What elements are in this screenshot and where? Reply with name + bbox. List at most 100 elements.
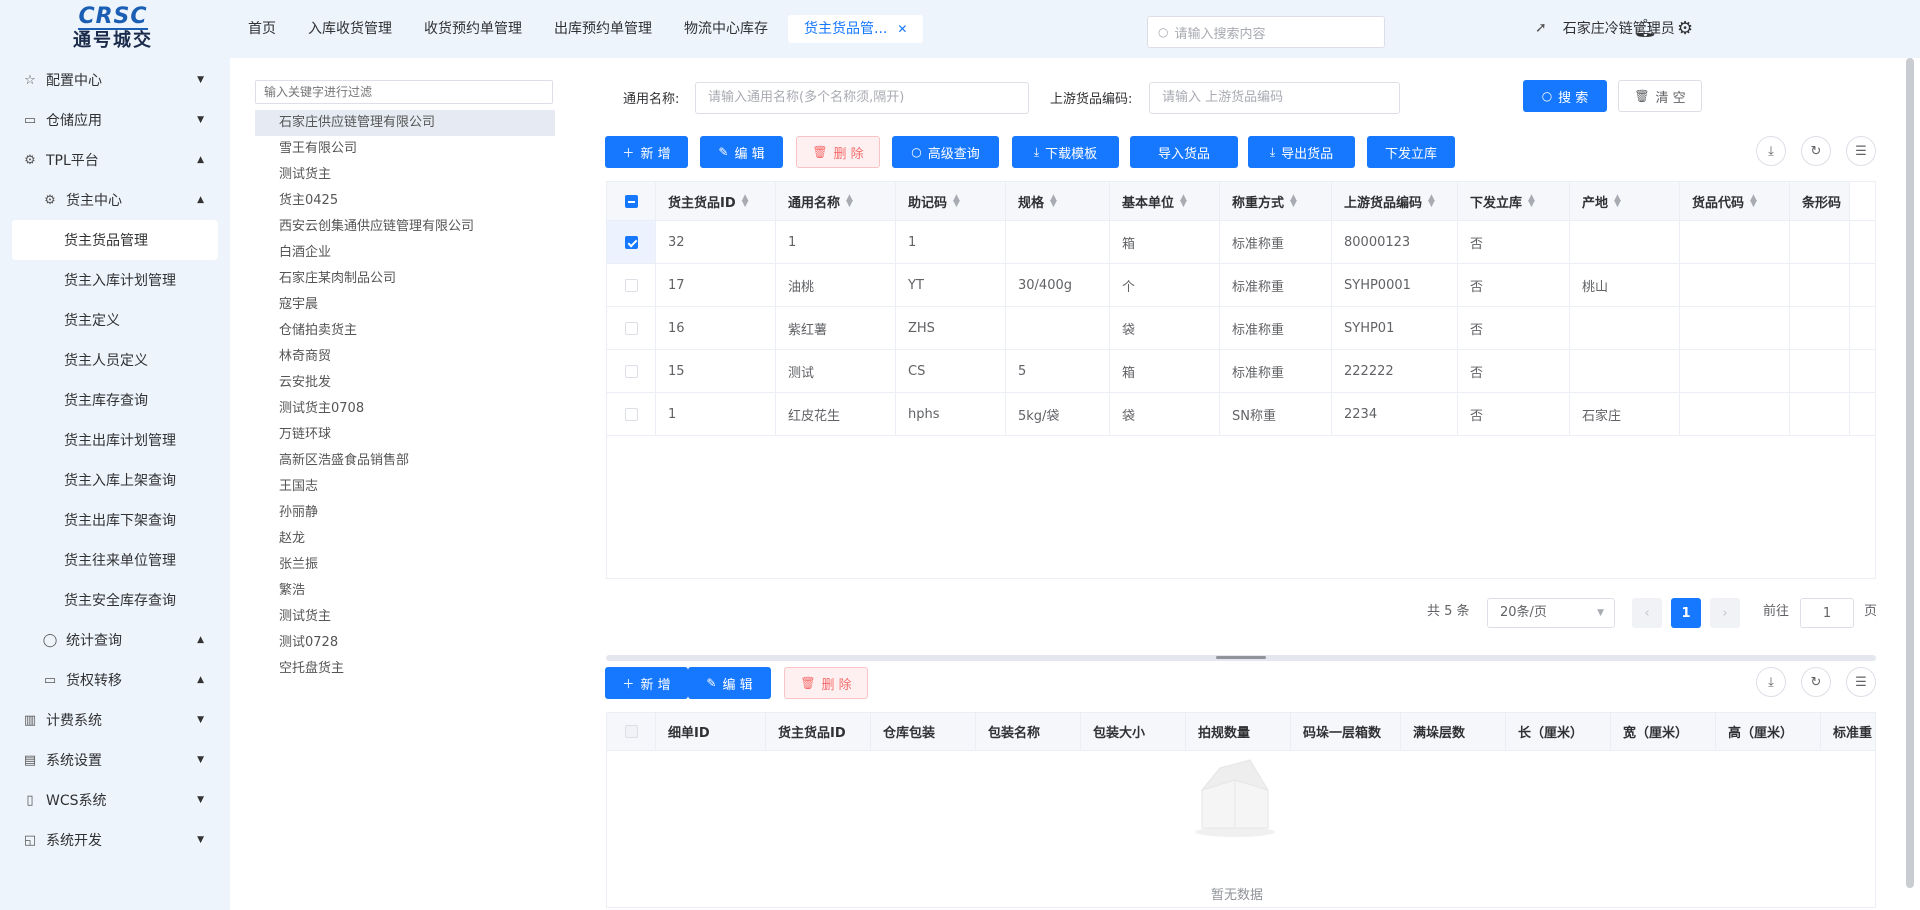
name-filter-input[interactable]: 请输入通用名称(多个名称须,隔开)	[695, 82, 1029, 114]
column-header[interactable]: 包装名称	[976, 713, 1081, 750]
tree-item[interactable]: 货主0425	[255, 188, 555, 214]
column-header[interactable]: 长（厘米）	[1506, 713, 1611, 750]
sidebar-item-tpl[interactable]: ⚙ TPL平台 ▲	[0, 140, 230, 180]
sidebar-item-partner-mgmt[interactable]: 货主往来单位管理	[0, 540, 230, 580]
edit-button[interactable]: ✎ 编 辑	[700, 136, 783, 168]
sort-icon[interactable]: ▲ ▼	[742, 194, 749, 209]
sidebar-item-outbound-plan[interactable]: 货主出库计划管理	[0, 420, 230, 460]
sidebar-item-inbound-plan[interactable]: 货主入库计划管理	[0, 260, 230, 300]
tree-item[interactable]: 空托盘货主	[255, 656, 555, 682]
sidebar-item-wcs[interactable]: ▯ WCS系统 ▼	[0, 780, 230, 820]
global-search-input[interactable]: ○ 请输入搜索内容	[1147, 16, 1385, 48]
row-checkbox[interactable]	[624, 364, 638, 378]
column-header[interactable]: 称重方式 ▲ ▼	[1220, 182, 1332, 220]
search-button[interactable]: ○ 搜 索	[1523, 80, 1607, 112]
advanced-query-button[interactable]: ○ 高级查询	[892, 136, 999, 168]
column-header[interactable]: 货品代码 ▲ ▼	[1680, 182, 1790, 220]
tree-item[interactable]: 孙丽静	[255, 500, 555, 526]
column-header[interactable]: 规格 ▲ ▼	[1006, 182, 1110, 220]
sidebar-item-warehouse[interactable]: ▭ 仓储应用 ▼	[0, 100, 230, 140]
row-checkbox[interactable]	[624, 407, 638, 421]
refresh-icon[interactable]: ↻	[1801, 136, 1831, 166]
column-header[interactable]: 基本单位 ▲ ▼	[1110, 182, 1220, 220]
column-header[interactable]: 标准重	[1821, 713, 1875, 750]
settings-sliders-icon[interactable]: ☰	[1846, 667, 1876, 697]
tree-item[interactable]: 白酒企业	[255, 240, 555, 266]
tree-item[interactable]: 测试货主	[255, 162, 555, 188]
column-header[interactable]: 货主货品ID ▲ ▼	[656, 182, 776, 220]
select-all-checkbox[interactable]	[624, 194, 638, 208]
row-checkbox[interactable]	[624, 235, 638, 249]
tree-item[interactable]: 王国志	[255, 474, 555, 500]
table-row[interactable]: 1 红皮花生 hphs 5kg/袋袋 SN称重 2234 否石家庄	[607, 393, 1875, 436]
download-icon[interactable]: ⤓	[1756, 667, 1786, 697]
sidebar-item-transfer[interactable]: ▭ 货权转移 ▲	[0, 660, 230, 700]
column-header[interactable]: 货主货品ID	[766, 713, 871, 750]
page-1-button[interactable]: 1	[1671, 598, 1701, 628]
tree-item[interactable]: 仓储拍卖货主	[255, 318, 555, 344]
next-page-button[interactable]: ›	[1710, 598, 1740, 628]
splitter-handle[interactable]	[1216, 656, 1266, 659]
column-header[interactable]: 通用名称 ▲ ▼	[776, 182, 896, 220]
sort-icon[interactable]: ▲ ▼	[1750, 194, 1757, 209]
sidebar-item-owner-define[interactable]: 货主定义	[0, 300, 230, 340]
tree-item[interactable]: 测试0728	[255, 630, 555, 656]
tab-outbound-appointment[interactable]: 出库预约单管理	[538, 15, 668, 43]
resize-splitter[interactable]	[606, 655, 1876, 661]
column-header[interactable]: 条形码	[1790, 182, 1850, 220]
delete-button[interactable]: 🗑︎ 删 除	[796, 136, 880, 168]
column-header[interactable]: 高（厘米）	[1716, 713, 1821, 750]
table-row[interactable]: 32 1 1 箱标准称重 80000123 否	[607, 221, 1875, 264]
sidebar-item-settings[interactable]: ▤ 系统设置 ▼	[0, 740, 230, 780]
detail-delete-button[interactable]: 🗑︎ 删 除	[784, 667, 868, 699]
export-button[interactable]: ⤓ 导出货品	[1248, 136, 1355, 168]
tree-item[interactable]: 测试货主	[255, 604, 555, 630]
table-row[interactable]: 17 油桃 YT 30/400g 个标准称重 SYHP0001 否桃山	[607, 264, 1875, 307]
tree-item[interactable]: 雪王有限公司	[255, 136, 555, 162]
sort-icon[interactable]: ▲ ▼	[846, 194, 853, 209]
tree-item[interactable]: 林奇商贸	[255, 344, 555, 370]
tree-filter-input[interactable]	[255, 80, 553, 104]
column-header[interactable]: 仓库包装	[871, 713, 976, 750]
detail-edit-button[interactable]: ✎ 编 辑	[688, 667, 771, 699]
tree-item[interactable]: 高新区浩盛食品销售部	[255, 448, 555, 474]
column-header[interactable]: 细单ID	[656, 713, 766, 750]
detail-add-button[interactable]: ＋ 新 增	[605, 667, 688, 699]
column-header[interactable]: 宽（厘米）	[1611, 713, 1716, 750]
tree-item[interactable]: 测试货主0708	[255, 396, 555, 422]
tab-inbound-receiving[interactable]: 入库收货管理	[292, 15, 408, 43]
sidebar-item-putaway-query[interactable]: 货主入库上架查询	[0, 460, 230, 500]
download-template-button[interactable]: ⤓ 下载模板	[1012, 136, 1119, 168]
goto-page-input[interactable]: 1	[1800, 598, 1854, 628]
page-scrollbar[interactable]	[1906, 58, 1914, 888]
tab-logistics-stock[interactable]: 物流中心库存	[668, 15, 784, 43]
gear-icon[interactable]: ⚙	[1677, 18, 1693, 39]
tree-item[interactable]: 张兰振	[255, 552, 555, 578]
sort-icon[interactable]: ▲ ▼	[1290, 194, 1297, 209]
code-filter-input[interactable]: 请输入 上游货品编码	[1149, 82, 1400, 114]
sort-icon[interactable]: ▲ ▼	[1050, 194, 1057, 209]
tree-item[interactable]: 繁浩	[255, 578, 555, 604]
sidebar-item-dev[interactable]: ◱ 系统开发 ▼	[0, 820, 230, 860]
sort-icon[interactable]: ▲ ▼	[1614, 194, 1621, 209]
column-header[interactable]: 满垛层数	[1401, 713, 1506, 750]
column-header[interactable]: 下发立库 ▲ ▼	[1458, 182, 1570, 220]
dispatch-button[interactable]: 下发立库	[1367, 136, 1455, 168]
sidebar-item-owner-center[interactable]: ⚙ 货主中心 ▲	[0, 180, 230, 220]
user-menu[interactable]: ➚ 石家庄冷链管理员	[1535, 18, 1675, 38]
tree-item[interactable]: 石家庄供应链管理有限公司	[255, 110, 555, 136]
sidebar-item-owner-goods[interactable]: 货主货品管理	[12, 220, 218, 260]
column-header[interactable]: 拍规数量	[1186, 713, 1291, 750]
download-icon[interactable]: ⤓	[1756, 136, 1786, 166]
column-header[interactable]: 包装大小	[1081, 713, 1186, 750]
select-all-checkbox[interactable]	[624, 725, 638, 738]
close-icon[interactable]: ✕	[897, 22, 907, 36]
tree-item[interactable]: 寇宇晨	[255, 292, 555, 318]
column-header[interactable]: 助记码 ▲ ▼	[896, 182, 1006, 220]
clear-button[interactable]: 🗑︎ 清 空	[1618, 80, 1702, 112]
settings-sliders-icon[interactable]: ☰	[1846, 136, 1876, 166]
table-row[interactable]: 16 紫红薯 ZHS 袋标准称重 SYHP01 否	[607, 307, 1875, 350]
sidebar-item-config[interactable]: ☆ 配置中心 ▼	[0, 60, 230, 100]
tree-item[interactable]: 赵龙	[255, 526, 555, 552]
sort-icon[interactable]: ▲ ▼	[1180, 194, 1187, 209]
